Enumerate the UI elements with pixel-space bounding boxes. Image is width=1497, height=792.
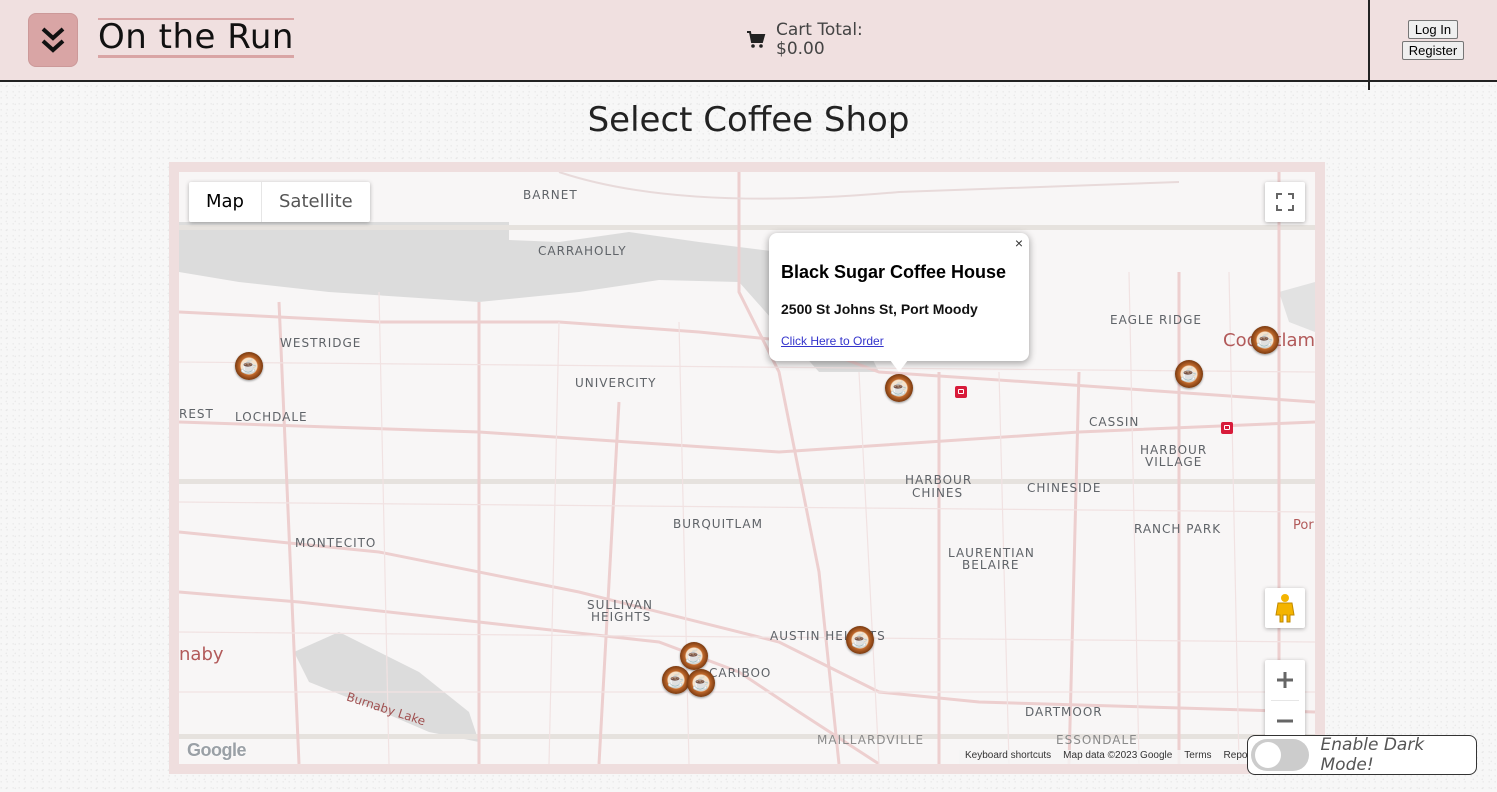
cart-icon [747, 31, 766, 48]
map-data-text: Map data ©2023 Google [1063, 750, 1173, 761]
google-logo[interactable]: Google [187, 740, 247, 761]
keyboard-shortcuts-link[interactable]: Keyboard shortcuts [965, 750, 1051, 764]
shop-address: 2500 St Johns St, Port Moody [781, 301, 978, 317]
menu-button[interactable] [28, 13, 78, 67]
place-label: CHINESIDE [1027, 481, 1102, 495]
cart-text: Cart Total: $0.00 [776, 21, 863, 59]
shop-info-window: × Black Sugar Coffee House 2500 St Johns… [769, 233, 1029, 372]
map[interactable]: Map Satellite BARNET CARRAHOLLY WESTRIDG… [179, 172, 1315, 764]
place-label: MAILLARDVILLE [817, 733, 925, 747]
place-label: DARTMOOR [1025, 705, 1103, 719]
cart-label: Cart Total: [776, 20, 863, 40]
double-chevron-down-icon [41, 27, 65, 53]
coffee-marker-icon[interactable]: ☕ [687, 669, 715, 697]
cart-summary[interactable]: Cart Total: $0.00 [746, 21, 863, 59]
transit-icon[interactable] [955, 386, 967, 398]
zoom-in-button[interactable] [1265, 660, 1305, 700]
page-title: Select Coffee Shop [587, 100, 910, 140]
terms-link[interactable]: Terms [1184, 750, 1211, 764]
close-icon[interactable]: × [1015, 235, 1023, 251]
place-label: ESSONDALE [1056, 733, 1138, 747]
auth-buttons: Log In Register [1400, 20, 1466, 60]
place-label: HEIGHTS [591, 610, 652, 624]
coffee-marker-icon[interactable]: ☕ [1175, 360, 1203, 388]
place-label: EAGLE RIDGE [1110, 313, 1202, 327]
place-label: RANCH PARK [1134, 522, 1222, 536]
coffee-marker-icon[interactable]: ☕ [846, 626, 874, 654]
plus-icon [1277, 672, 1293, 688]
minus-icon [1277, 719, 1293, 723]
place-label: LOCHDALE [235, 410, 308, 424]
city-label: Por [1293, 518, 1314, 533]
place-label: REST [179, 407, 214, 421]
shop-name: Black Sugar Coffee House [781, 262, 1007, 282]
coffee-marker-icon[interactable]: ☕ [662, 666, 690, 694]
cart-total: $0.00 [776, 39, 825, 59]
brand-title[interactable]: On the Run [98, 18, 294, 58]
map-type-map-button[interactable]: Map [189, 182, 261, 222]
map-frame: Map Satellite BARNET CARRAHOLLY WESTRIDG… [169, 162, 1325, 774]
place-label: BELAIRE [962, 558, 1020, 572]
fullscreen-icon [1276, 193, 1294, 211]
dark-mode-toggle[interactable]: Enable Dark Mode! [1247, 735, 1477, 775]
login-button[interactable]: Log In [1407, 20, 1459, 39]
dark-mode-switch[interactable] [1251, 739, 1309, 771]
place-label: MONTECITO [295, 536, 377, 550]
coffee-marker-icon[interactable]: ☕ [1251, 326, 1279, 354]
pegman-icon [1275, 594, 1295, 623]
coffee-marker-icon[interactable]: ☕ [235, 352, 263, 380]
fullscreen-button[interactable] [1265, 182, 1305, 222]
place-label: CHINES [912, 486, 964, 500]
place-label: UNIVERCITY [575, 376, 657, 390]
map-type-control: Map Satellite [189, 182, 370, 222]
place-label: CASSIN [1089, 415, 1140, 429]
place-label: VILLAGE [1145, 455, 1203, 469]
city-label: naby [179, 644, 224, 665]
place-label: BURQUITLAM [673, 517, 763, 531]
switch-knob [1255, 742, 1281, 768]
map-type-satellite-button[interactable]: Satellite [261, 182, 370, 222]
zoom-control [1265, 660, 1305, 742]
coffee-marker-icon[interactable]: ☕ [680, 642, 708, 670]
street-view-button[interactable] [1265, 588, 1305, 628]
place-label: WESTRIDGE [280, 336, 362, 350]
place-label: CARRAHOLLY [538, 244, 627, 258]
place-label: HARBOUR [905, 473, 973, 487]
register-button[interactable]: Register [1401, 41, 1465, 60]
place-label: BARNET [523, 188, 578, 202]
coffee-marker-icon[interactable]: ☕ [885, 374, 913, 402]
dark-mode-label: Enable Dark Mode! [1320, 735, 1425, 775]
header: On the Run Cart Total: $0.00 Log In Regi… [0, 0, 1497, 90]
place-label: CARIBOO [709, 666, 772, 680]
order-link[interactable]: Click Here to Order [781, 334, 884, 348]
header-divider [1368, 0, 1370, 90]
transit-icon[interactable] [1221, 422, 1233, 434]
